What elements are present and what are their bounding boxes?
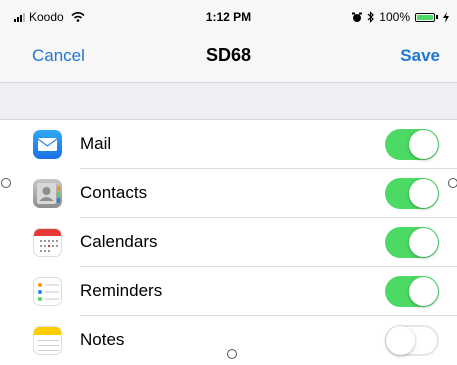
list-item-calendars: Calendars	[0, 218, 457, 267]
calendars-toggle[interactable]	[385, 227, 439, 258]
bluetooth-icon	[367, 11, 375, 23]
reminders-toggle[interactable]	[385, 276, 439, 307]
alarm-icon	[352, 12, 363, 22]
item-label: Contacts	[80, 183, 148, 202]
resize-handle-right	[448, 178, 457, 188]
list-item-contacts: Contacts	[0, 169, 457, 218]
status-bar: Koodo 1:12 PM 100%	[0, 0, 457, 30]
save-button[interactable]: Save	[400, 46, 440, 66]
item-label: Reminders	[80, 281, 163, 300]
mail-icon	[33, 130, 62, 159]
reminders-icon	[33, 277, 62, 306]
contacts-toggle[interactable]	[385, 178, 439, 209]
battery-icon	[415, 12, 438, 22]
mail-toggle[interactable]	[385, 129, 439, 160]
calendar-icon	[33, 228, 62, 257]
list-item-mail: Mail	[0, 120, 457, 169]
battery-percent: 100%	[379, 10, 410, 24]
page-title: SD68	[205, 45, 252, 65]
list-item-reminders: Reminders	[0, 267, 457, 316]
notes-toggle[interactable]	[385, 325, 439, 356]
contacts-icon	[33, 179, 62, 208]
charging-icon	[443, 11, 449, 23]
status-right: 100%	[352, 10, 449, 24]
item-label: Mail	[80, 134, 112, 153]
item-label: Notes	[80, 330, 125, 349]
resize-handle-bottom	[227, 349, 237, 359]
navigation-bar: Cancel SD68 Save	[0, 30, 457, 83]
section-spacer	[0, 83, 457, 120]
account-services-list: Mail Contacts Calendars Reminders Notes	[0, 120, 457, 365]
notes-icon	[33, 326, 62, 355]
resize-handle-left	[1, 178, 11, 188]
item-label: Calendars	[80, 232, 158, 251]
